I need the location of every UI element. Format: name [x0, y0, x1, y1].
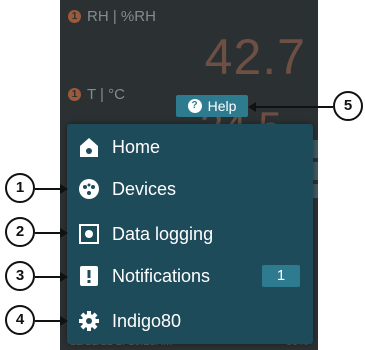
- menu-item-indigo80[interactable]: Indigo80: [67, 303, 313, 339]
- menu-item-label: Data logging: [112, 223, 214, 244]
- menu-item-notifications[interactable]: Notifications 1: [67, 258, 313, 294]
- menu-item-data-logging[interactable]: Data logging: [67, 216, 313, 252]
- menu-item-label: Devices: [112, 178, 177, 199]
- rh-label-text: RH | %RH: [87, 8, 156, 25]
- callout-1-leader: [35, 188, 61, 190]
- callout-3-arrow: [60, 272, 68, 282]
- callout-4: 4: [5, 305, 35, 335]
- callout-2: 2: [5, 217, 35, 247]
- callout-1: 1: [5, 173, 35, 203]
- rh-value: 42.7: [204, 29, 306, 85]
- callout-5: 5: [333, 91, 363, 121]
- menu-item-devices[interactable]: Devices: [67, 171, 313, 207]
- menu-item-label: Notifications: [112, 265, 211, 286]
- callout-2-leader: [35, 232, 61, 234]
- menu-item-label: Indigo80: [112, 310, 182, 331]
- rh-measurement-label: 1 RH | %RH: [68, 8, 156, 25]
- devices-icon: [78, 178, 100, 200]
- callout-4-arrow: [60, 316, 68, 326]
- callout-2-arrow: [60, 228, 68, 238]
- callout-1-arrow: [60, 184, 68, 194]
- callout-5-arrow: [248, 102, 256, 112]
- callout-3: 3: [5, 261, 35, 291]
- question-circle-icon: ?: [187, 99, 202, 113]
- t-index-badge: 1: [68, 88, 81, 101]
- callout-5-leader: [256, 106, 333, 108]
- home-icon: [78, 136, 100, 158]
- notification-count-badge: 1: [262, 265, 300, 287]
- alert-icon: [78, 265, 100, 287]
- help-button-label: Help: [207, 98, 237, 114]
- scroll-indicator: [313, 140, 318, 198]
- help-button[interactable]: ? Help: [176, 95, 248, 117]
- rh-index-badge: 1: [68, 10, 81, 23]
- callout-3-leader: [35, 276, 61, 278]
- t-label-text: T | °C: [87, 86, 125, 103]
- temperature-measurement-label: 1 T | °C: [68, 86, 125, 103]
- gear-icon: [78, 310, 100, 332]
- navigation-menu: Home Devices Data logging Notifications …: [67, 124, 313, 344]
- menu-item-label: Home: [112, 136, 161, 157]
- menu-item-home[interactable]: Home: [67, 129, 313, 165]
- callout-4-leader: [35, 320, 61, 322]
- data-logging-icon: [78, 223, 100, 245]
